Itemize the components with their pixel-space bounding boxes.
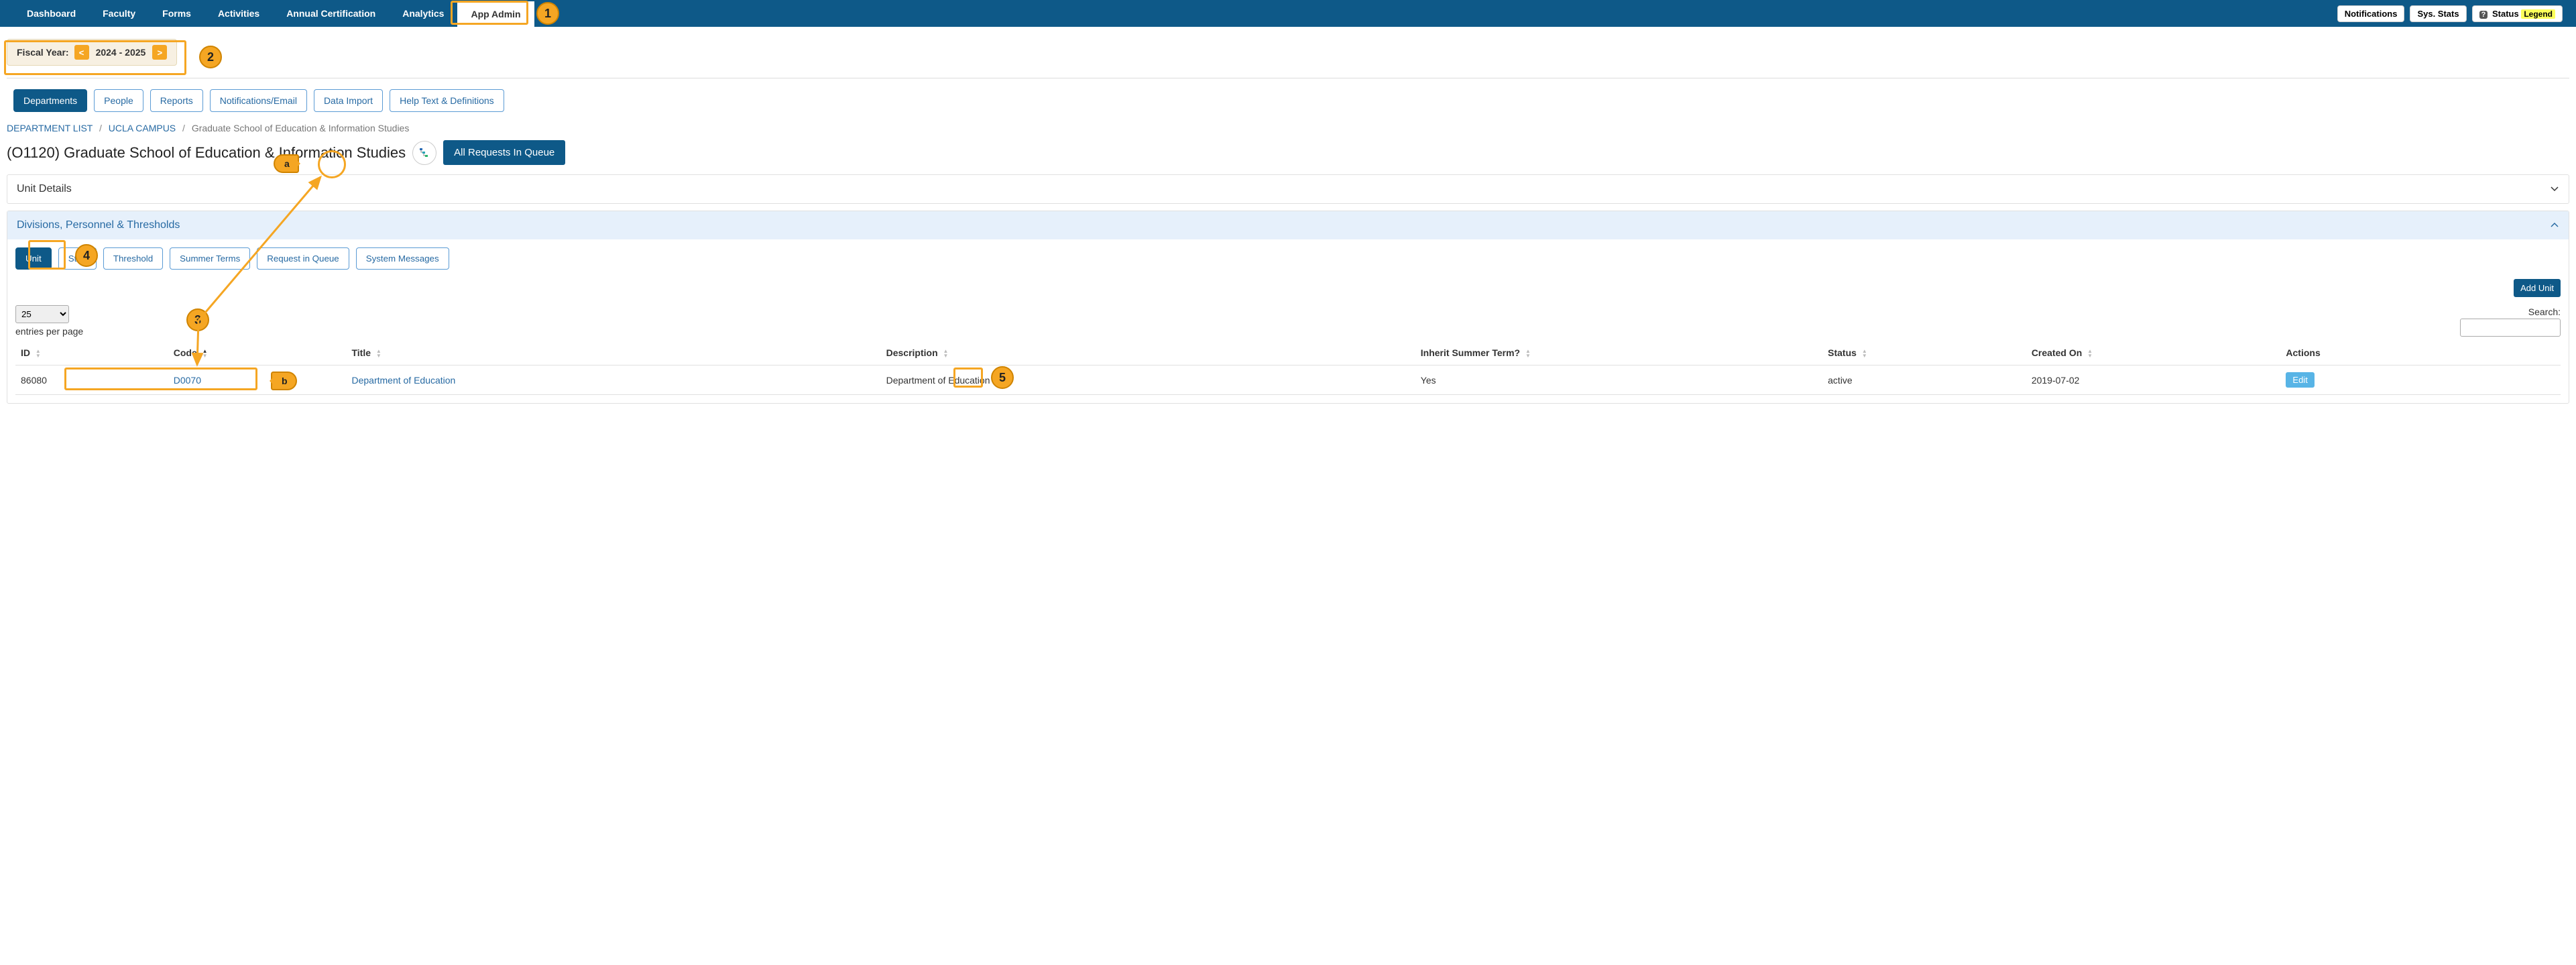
breadcrumb-sep: / [182, 123, 185, 133]
entries-per-page: 25 entries per page [15, 305, 83, 337]
nav-analytics[interactable]: Analytics [389, 0, 457, 27]
all-requests-queue-button[interactable]: All Requests In Queue [443, 140, 565, 165]
fiscal-year-bar: Fiscal Year: < 2024 - 2025 > [7, 39, 177, 66]
divisions-header[interactable]: Divisions, Personnel & Thresholds [7, 211, 2569, 239]
subtab-people[interactable]: People [94, 89, 143, 112]
page-title: (O1120) Graduate School of Education & I… [7, 144, 406, 162]
breadcrumb: DEPARTMENT LIST / UCLA CAMPUS / Graduate… [0, 116, 2576, 136]
cell-title-link[interactable]: Department of Education [351, 375, 455, 386]
nav-activities[interactable]: Activities [204, 0, 273, 27]
top-nav-right: Notifications Sys. Stats ? Status Legend [2337, 5, 2563, 22]
breadcrumb-campus[interactable]: UCLA CAMPUS [109, 123, 176, 133]
entries-select[interactable]: 25 [15, 305, 69, 323]
status-label: Status [2492, 9, 2519, 19]
divisions-title: Divisions, Personnel & Thresholds [17, 219, 180, 231]
inner-tab-request-queue[interactable]: Request in Queue [257, 247, 349, 270]
col-id[interactable]: ID ▲▼ [15, 341, 168, 365]
add-unit-button[interactable]: Add Unit [2514, 279, 2561, 297]
cell-code-link[interactable]: D0070 [174, 375, 201, 386]
sysstats-button[interactable]: Sys. Stats [2410, 5, 2466, 22]
nav-dashboard[interactable]: Dashboard [13, 0, 89, 27]
inner-tab-unit[interactable]: Unit [15, 247, 52, 270]
subtab-reports[interactable]: Reports [150, 89, 203, 112]
cell-actions: Edit [2280, 365, 2561, 395]
nav-forms[interactable]: Forms [149, 0, 204, 27]
inner-tab-staff[interactable]: Staff [58, 247, 97, 270]
search-control: Search: [2460, 306, 2561, 337]
subtab-help-text[interactable]: Help Text & Definitions [390, 89, 504, 112]
col-title[interactable]: Title ▲▼ [346, 341, 880, 365]
legend-tag: Legend [2521, 9, 2555, 19]
search-label: Search: [2460, 306, 2561, 317]
search-input[interactable] [2460, 319, 2561, 337]
unit-details-title: Unit Details [17, 183, 72, 195]
divisions-body: Unit Staff Threshold Summer Terms Reques… [7, 239, 2569, 403]
inner-tab-system-messages[interactable]: System Messages [356, 247, 449, 270]
col-code[interactable]: Code ▲▼ [168, 341, 347, 365]
table-row: 86080 D0070 Department of Education Depa… [15, 365, 2561, 395]
hierarchy-icon-button[interactable] [412, 141, 436, 165]
hierarchy-icon [418, 147, 430, 159]
nav-faculty[interactable]: Faculty [89, 0, 149, 27]
fiscal-year-next-button[interactable]: > [152, 45, 167, 60]
col-actions: Actions [2280, 341, 2561, 365]
col-status[interactable]: Status ▲▼ [1822, 341, 2026, 365]
cell-created: 2019-07-02 [2026, 365, 2281, 395]
status-button[interactable]: ? Status Legend [2472, 5, 2563, 22]
help-icon: ? [2479, 11, 2488, 19]
inner-tab-threshold[interactable]: Threshold [103, 247, 163, 270]
nav-app-admin[interactable]: App Admin [457, 0, 534, 27]
nav-annual-certification[interactable]: Annual Certification [273, 0, 389, 27]
add-unit-row: Add Unit [15, 279, 2561, 297]
page-title-row: (O1120) Graduate School of Education & I… [0, 136, 2576, 174]
unit-details-panel: Unit Details [7, 174, 2569, 204]
cell-status: active [1822, 365, 2026, 395]
entries-label: entries per page [15, 326, 83, 337]
unit-details-header[interactable]: Unit Details [7, 175, 2569, 203]
subtab-notifications[interactable]: Notifications/Email [210, 89, 307, 112]
breadcrumb-dept-list[interactable]: DEPARTMENT LIST [7, 123, 93, 133]
cell-id: 86080 [15, 365, 168, 395]
notifications-button[interactable]: Notifications [2337, 5, 2405, 22]
cell-inherit: Yes [1415, 365, 1822, 395]
col-inherit[interactable]: Inherit Summer Term? ▲▼ [1415, 341, 1822, 365]
chevron-up-icon [2550, 221, 2559, 230]
divisions-panel: Divisions, Personnel & Thresholds Unit S… [7, 211, 2569, 404]
subtab-data-import[interactable]: Data Import [314, 89, 383, 112]
inner-tab-summer-terms[interactable]: Summer Terms [170, 247, 250, 270]
edit-button[interactable]: Edit [2286, 372, 2314, 388]
top-nav: Dashboard Faculty Forms Activities Annua… [0, 0, 2576, 27]
annotation-badge-2: 2 [199, 46, 222, 68]
fiscal-year-label: Fiscal Year: [17, 47, 69, 58]
subtab-departments[interactable]: Departments [13, 89, 87, 112]
units-table: ID ▲▼ Code ▲▼ Title ▲▼ Description [15, 341, 2561, 395]
breadcrumb-current: Graduate School of Education & Informati… [192, 123, 410, 133]
breadcrumb-sep: / [99, 123, 102, 133]
fiscal-year-prev-button[interactable]: < [74, 45, 89, 60]
chevron-down-icon [2550, 184, 2559, 194]
col-description[interactable]: Description ▲▼ [881, 341, 1415, 365]
col-created[interactable]: Created On ▲▼ [2026, 341, 2281, 365]
cell-description: Department of Education [881, 365, 1415, 395]
inner-tabs: Unit Staff Threshold Summer Terms Reques… [15, 247, 2561, 270]
table-controls: 25 entries per page Search: [15, 305, 2561, 337]
top-nav-left: Dashboard Faculty Forms Activities Annua… [13, 0, 534, 27]
admin-subtabs: Departments People Reports Notifications… [0, 85, 2576, 116]
fiscal-year-value: 2024 - 2025 [96, 47, 146, 58]
